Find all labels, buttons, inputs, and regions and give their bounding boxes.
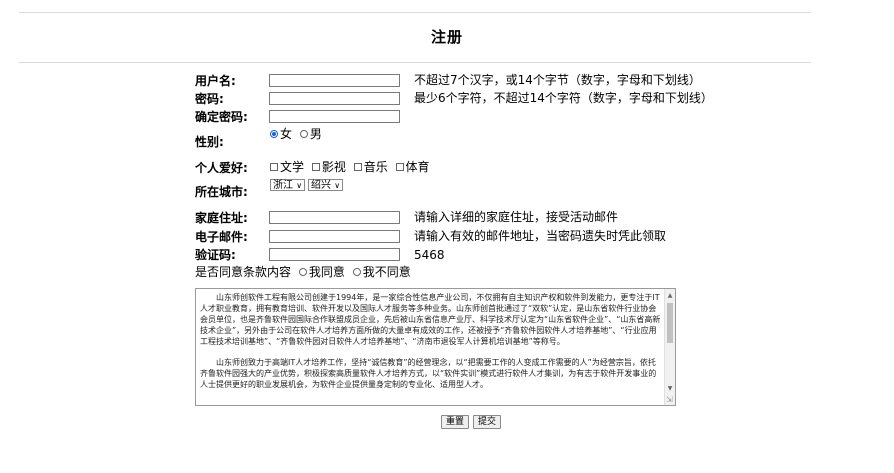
hobbies-label: 个人爱好: (195, 161, 248, 175)
agree-yes-option[interactable]: 我同意 (298, 265, 345, 279)
hobby-film-checkbox[interactable] (311, 163, 320, 171)
gender-label: 性别: (195, 135, 224, 149)
password-input[interactable] (269, 92, 400, 105)
chevron-down-icon: ∨ (296, 181, 303, 190)
address-label: 家庭住址: (195, 211, 248, 225)
hobby-sports-label: 体育 (405, 160, 430, 174)
hobby-music-label: 音乐 (363, 160, 388, 174)
scroll-up-icon[interactable]: ▲ (665, 291, 675, 300)
address-input[interactable] (269, 211, 400, 224)
gender-male-label: 男 (309, 127, 322, 141)
terms-paragraph: 山东师创致力于高端IT人才培养工作，坚持“诚信教育”的经营理念，以“把需要工作的… (200, 358, 657, 389)
captcha-label: 验证码: (195, 248, 236, 262)
address-hint: 请输入详细的家庭住址，接受活动邮件 (414, 210, 619, 224)
city-selects: 浙江 ∨ 绍兴 ∨ (270, 179, 346, 193)
agree-row: 是否同意条款内容 我同意 我不同意 (195, 265, 411, 279)
gender-male-radio[interactable] (299, 130, 308, 138)
gender-female-option[interactable]: 女 (270, 127, 292, 141)
agree-yes-label: 我同意 (308, 265, 345, 279)
hobby-literature-option[interactable]: 文学 (270, 160, 304, 174)
agree-no-label: 我不同意 (362, 265, 411, 279)
password-hint: 最少6个字符，不超过14个字符（数字，字母和下划线） (414, 91, 713, 105)
terms-scrollbar[interactable]: ▲ ▼ (664, 289, 675, 405)
confirm-password-label: 确定密码: (195, 110, 248, 124)
city-value: 绍兴 (311, 180, 332, 191)
page-title: 注册 (430, 28, 463, 46)
hobby-film-option[interactable]: 影视 (311, 160, 346, 174)
hobby-music-option[interactable]: 音乐 (353, 160, 388, 174)
gender-options: 女 男 (270, 127, 322, 141)
hobby-film-label: 影视 (321, 160, 346, 174)
province-select[interactable]: 浙江 ∨ (270, 179, 306, 191)
confirm-password-input[interactable] (269, 110, 400, 123)
agree-label: 是否同意条款内容 (195, 265, 292, 279)
hobby-literature-label: 文学 (280, 160, 305, 174)
reset-button[interactable]: 重置 (441, 415, 470, 429)
scroll-down-icon[interactable]: ▼ (665, 384, 675, 393)
username-input[interactable] (269, 74, 400, 87)
gender-female-label: 女 (280, 127, 293, 141)
terms-paragraph: 山东师创软件工程有限公司创建于1994年，是一家综合性信息产业公司，不仅拥有自主… (200, 293, 661, 346)
password-label: 密码: (195, 92, 224, 106)
email-label: 电子邮件: (195, 230, 248, 244)
hobby-sports-checkbox[interactable] (395, 163, 404, 171)
agree-no-radio[interactable] (352, 268, 361, 276)
gender-female-radio[interactable] (270, 130, 278, 138)
email-hint: 请输入有效的邮件地址，当密码遗失时凭此领取 (414, 229, 667, 243)
title-divider (19, 62, 811, 63)
submit-button[interactable]: 提交 (473, 415, 502, 429)
agree-no-option[interactable]: 我不同意 (352, 265, 411, 279)
email-input[interactable] (269, 230, 400, 243)
chevron-down-icon: ∨ (334, 181, 341, 190)
scroll-thumb[interactable] (667, 303, 673, 343)
terms-textarea[interactable]: 山东师创软件工程有限公司创建于1994年，是一家综合性信息产业公司，不仅拥有自主… (195, 288, 676, 406)
captcha-input[interactable] (269, 248, 400, 261)
username-hint: 不超过7个汉字，或14个字节（数字，字母和下划线） (414, 73, 701, 87)
hobby-sports-option[interactable]: 体育 (395, 160, 430, 174)
captcha-code: 5468 (414, 248, 445, 262)
hobby-literature-checkbox[interactable] (270, 163, 278, 171)
gender-male-option[interactable]: 男 (299, 127, 322, 141)
province-value: 浙江 (273, 180, 293, 191)
resize-handle-icon[interactable]: ⇲ (666, 396, 674, 404)
username-label: 用户名: (195, 74, 236, 88)
hobby-music-checkbox[interactable] (353, 163, 362, 171)
agree-yes-radio[interactable] (298, 268, 307, 276)
city-label: 所在城市: (195, 185, 248, 199)
hobbies-options: 文学 影视 音乐 体育 (270, 160, 430, 174)
city-select[interactable]: 绍兴 ∨ (308, 179, 344, 191)
top-divider (19, 12, 811, 13)
